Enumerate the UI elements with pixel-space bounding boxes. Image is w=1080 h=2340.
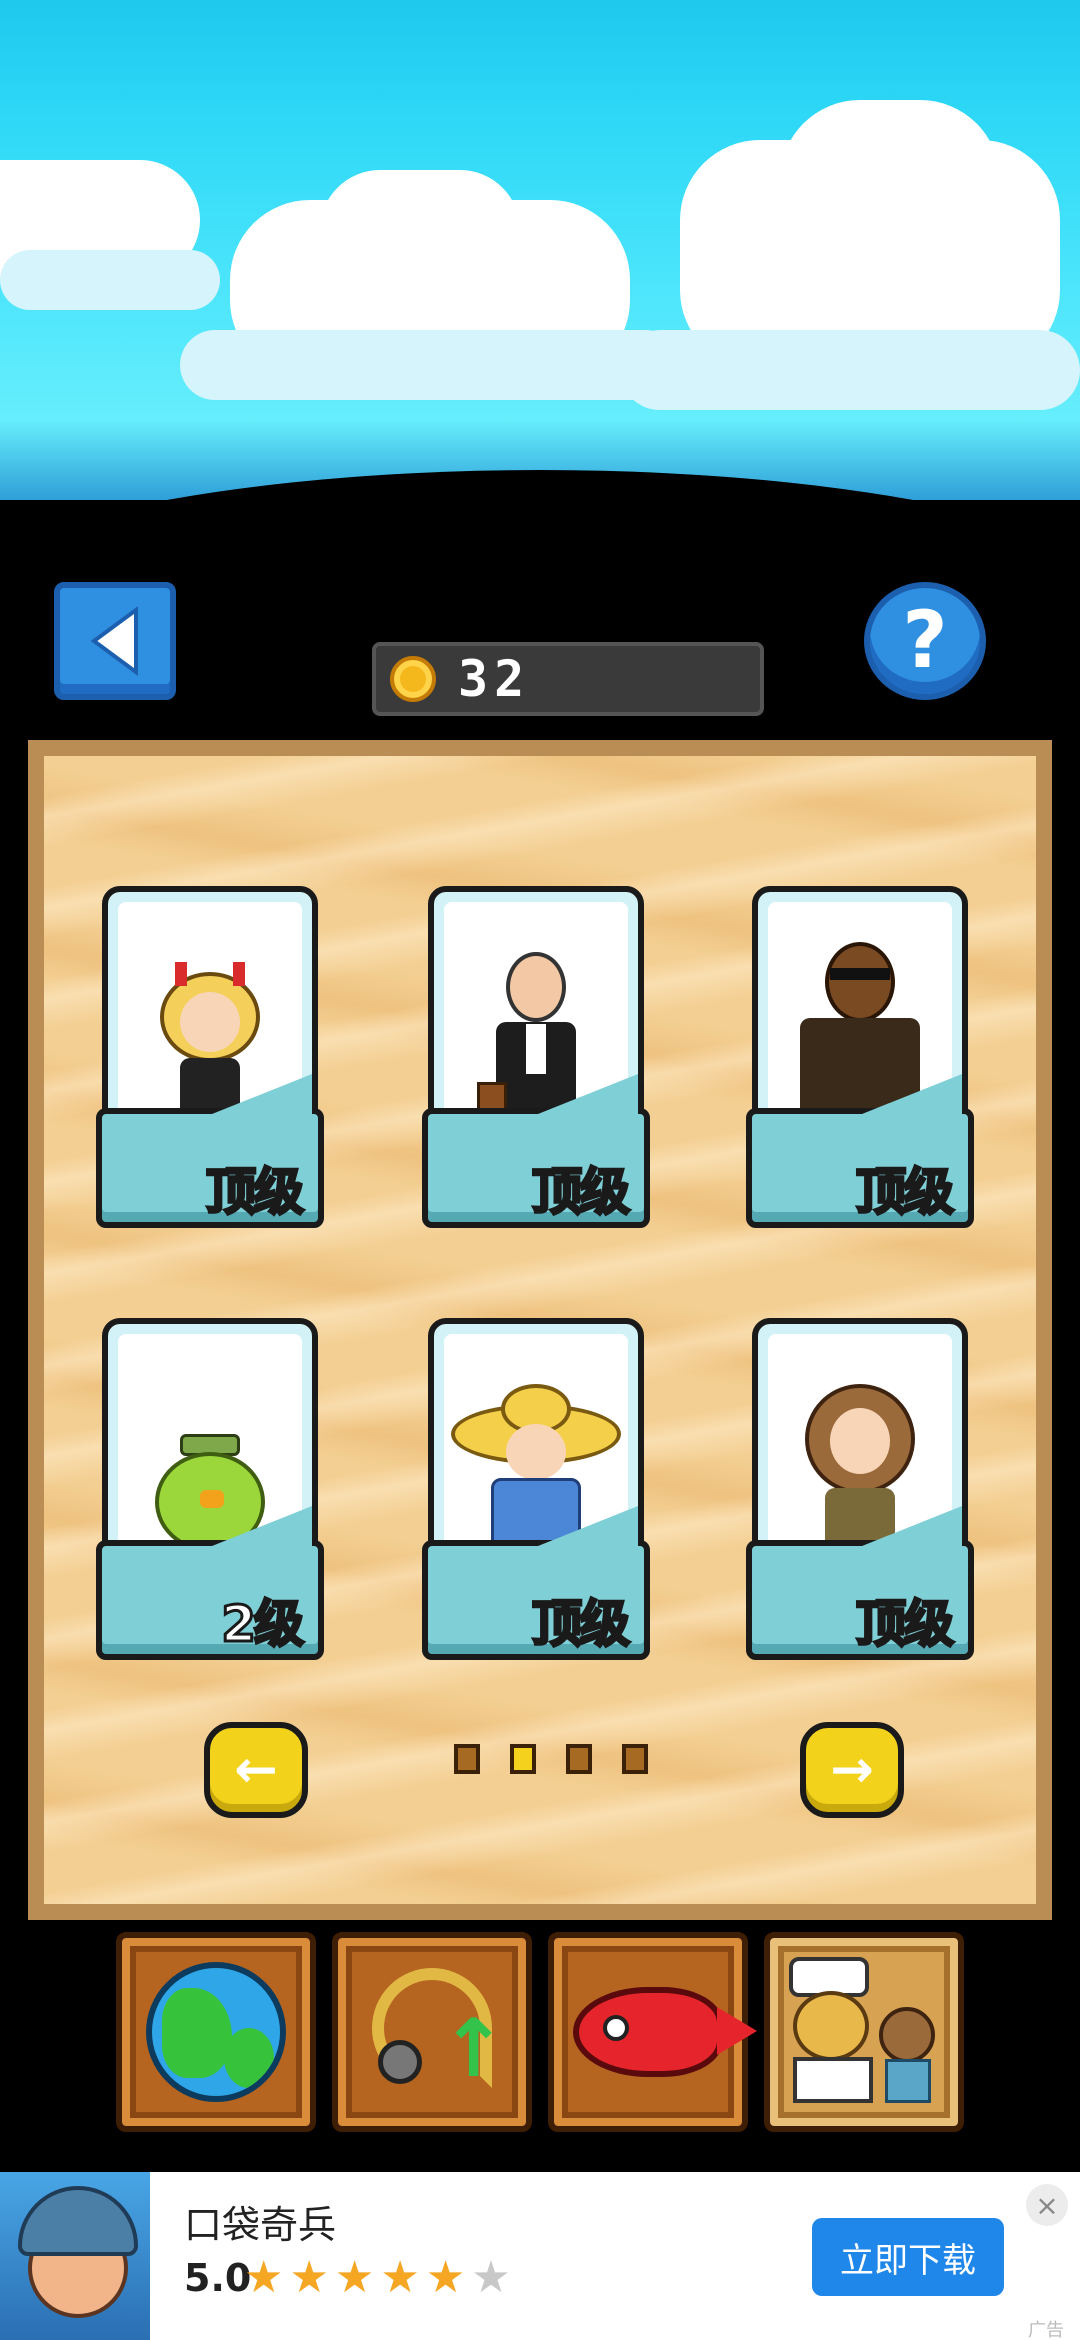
coin-icon [390, 656, 436, 702]
help-button[interactable]: ? [864, 582, 986, 700]
menu-world-button[interactable] [116, 1932, 316, 2132]
back-button[interactable] [54, 582, 176, 700]
character-card-4[interactable]: 2级 [96, 1318, 324, 1668]
coin-count: 32 [458, 650, 531, 708]
arrow-right-icon: → [830, 1740, 874, 1800]
ad-banner[interactable]: 口袋奇兵 5.0 ★ ★ ★ ★ ★ ★ 立即下载 × [0, 2172, 1080, 2340]
character-card-3[interactable]: 顶级 [746, 886, 974, 1236]
character-card-1[interactable]: 顶级 [96, 886, 324, 1236]
level-unit: 级 [253, 1594, 306, 1655]
ad-app-icon[interactable] [0, 2172, 150, 2340]
ad-download-button[interactable]: 立即下载 [812, 2218, 1004, 2296]
ad-label: 广告 [1028, 2320, 1064, 2340]
ad-stars: ★ ★ ★ ★ ★ ★ [244, 2252, 511, 2303]
star-icon: ★ [380, 2252, 420, 2303]
character-card-2[interactable]: 顶级 [422, 886, 650, 1236]
character-card-6[interactable]: 顶级 [746, 1318, 974, 1668]
level-label: 顶级 [855, 1594, 956, 1655]
star-icon: ★ [334, 2252, 375, 2303]
fishing-rod-upgrade-icon: ↑ [362, 1962, 507, 2102]
level-label: 顶级 [531, 1162, 632, 1223]
page-dot-active [510, 1744, 536, 1774]
back-arrow-icon [90, 606, 138, 676]
question-mark-icon: ? [902, 596, 948, 686]
character-panel: 顶级 顶级 顶级 2级 顶级 顶级 ← → [28, 740, 1052, 1920]
star-icon: ★ [289, 2252, 329, 2303]
level-label: 顶级 [855, 1162, 956, 1223]
menu-characters-button[interactable] [764, 1932, 964, 2132]
ad-rating: 5.0 [184, 2256, 252, 2300]
next-page-button[interactable]: → [800, 1722, 904, 1818]
star-empty-icon: ★ [471, 2252, 511, 2303]
arrow-left-icon: ← [234, 1740, 278, 1800]
character-card-5[interactable]: 顶级 [422, 1318, 650, 1668]
menu-fish-button[interactable] [548, 1932, 757, 2132]
characters-icon [789, 1957, 939, 2107]
page-dot [566, 1744, 592, 1774]
red-fish-icon [573, 1987, 757, 2077]
page-dot [622, 1744, 648, 1774]
menu-rod-upgrade-button[interactable]: ↑ [332, 1932, 532, 2132]
level-number: 2 [220, 1594, 258, 1655]
star-icon: ★ [425, 2252, 466, 2303]
sky-background [0, 0, 1080, 500]
page-dot [454, 1744, 480, 1774]
ad-close-button[interactable]: × [1026, 2184, 1068, 2226]
coin-counter: 32 [372, 642, 764, 716]
level-label: 顶级 [205, 1162, 306, 1223]
sand-background: 顶级 顶级 顶级 2级 顶级 顶级 ← → [44, 756, 1036, 1904]
level-label: 顶级 [531, 1594, 632, 1655]
star-icon: ★ [244, 2252, 284, 2303]
ad-app-title: 口袋奇兵 [184, 2203, 337, 2247]
prev-page-button[interactable]: ← [204, 1722, 308, 1818]
page-indicator [454, 1744, 648, 1774]
globe-icon [146, 1962, 286, 2102]
